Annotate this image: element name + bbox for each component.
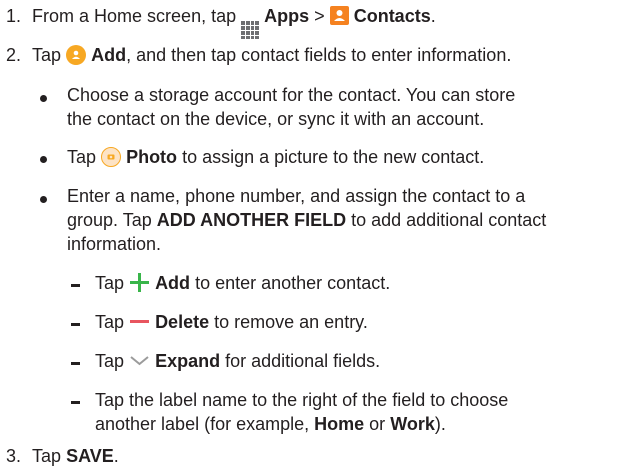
step-text: From a Home screen, tap bbox=[32, 6, 237, 26]
bullet-marker bbox=[40, 156, 47, 163]
step-number: 2. bbox=[6, 45, 22, 65]
step-3: 3. Tap SAVE. bbox=[6, 445, 119, 467]
bullet-3-line-3: information. bbox=[67, 234, 162, 254]
add-contact-icon bbox=[66, 45, 87, 65]
work-label: Work bbox=[390, 414, 435, 434]
apps-label: Apps bbox=[264, 6, 310, 26]
bullet-3-line-1: Enter a name, phone number, and assign t… bbox=[67, 186, 526, 206]
separator: > bbox=[314, 6, 325, 26]
subitem-text-after: to enter another contact. bbox=[195, 273, 391, 293]
chevron-down-icon bbox=[129, 350, 150, 371]
subitem-text: another label (for example, bbox=[95, 414, 310, 434]
step-number: 3. bbox=[6, 446, 22, 466]
home-label: Home bbox=[314, 414, 365, 434]
dash-marker bbox=[71, 401, 80, 404]
dash-marker bbox=[71, 284, 80, 287]
bullet-1-line-2: the contact on the device, or sync it wi… bbox=[67, 109, 485, 129]
subitem-text-after: for additional fields. bbox=[225, 351, 381, 371]
subitem-text: Tap bbox=[95, 273, 125, 293]
subitem-text: Tap bbox=[95, 312, 125, 332]
step-number: 1. bbox=[6, 6, 22, 26]
step-1: 1. From a Home screen, tap Apps > Contac… bbox=[6, 5, 436, 40]
or-text: or bbox=[369, 414, 386, 434]
instructions-page: 1. From a Home screen, tap Apps > Contac… bbox=[0, 0, 625, 468]
period: . bbox=[430, 6, 436, 26]
plus-icon bbox=[129, 272, 150, 293]
bullet-text: Tap bbox=[67, 147, 97, 167]
delete-label: Delete bbox=[155, 312, 210, 332]
bullet-text: group. Tap bbox=[67, 210, 152, 230]
closing-text: ). bbox=[434, 414, 446, 434]
step-text: Tap bbox=[32, 446, 62, 466]
dash-marker bbox=[71, 323, 80, 326]
subitem-expand: Tap Expand for additional fields. bbox=[95, 350, 380, 372]
bullet-1-line-1: Choose a storage account for the contact… bbox=[67, 85, 516, 105]
photo-icon bbox=[101, 147, 122, 167]
dash-marker bbox=[71, 362, 80, 365]
step-text-after: , and then tap contact fields to enter i… bbox=[126, 45, 512, 65]
expand-label: Expand bbox=[155, 351, 221, 371]
bullet-2: Tap Photo to assign a picture to the new… bbox=[67, 146, 484, 168]
subitem-delete: Tap Delete to remove an entry. bbox=[95, 311, 368, 333]
bullet-marker bbox=[40, 196, 47, 203]
photo-label: Photo bbox=[126, 147, 178, 167]
minus-icon bbox=[129, 311, 150, 332]
add-another-field-label: ADD ANOTHER FIELD bbox=[156, 210, 347, 230]
contacts-icon bbox=[329, 6, 349, 25]
bullet-3-line-2: group. Tap ADD ANOTHER FIELD to add addi… bbox=[67, 209, 546, 231]
bullet-text-after: to assign a picture to the new contact. bbox=[182, 147, 485, 167]
period: . bbox=[113, 446, 119, 466]
bullet-marker bbox=[40, 95, 47, 102]
add-label: Add bbox=[91, 45, 127, 65]
step-text: Tap bbox=[32, 45, 62, 65]
subitem-add: Tap Add to enter another contact. bbox=[95, 272, 390, 294]
subitem-label-line-2: another label (for example, Home or Work… bbox=[95, 413, 446, 435]
bullet-text-after: to add additional contact bbox=[351, 210, 547, 230]
step-2: 2. Tap Add, and then tap contact fields … bbox=[6, 44, 511, 66]
subitem-text: Tap bbox=[95, 351, 125, 371]
subitem-text-after: to remove an entry. bbox=[214, 312, 368, 332]
apps-grid-icon bbox=[241, 21, 260, 40]
subitem-label-line-1: Tap the label name to the right of the f… bbox=[95, 390, 509, 410]
add-label: Add bbox=[155, 273, 191, 293]
contacts-label: Contacts bbox=[353, 6, 431, 26]
save-label: SAVE bbox=[66, 446, 114, 466]
